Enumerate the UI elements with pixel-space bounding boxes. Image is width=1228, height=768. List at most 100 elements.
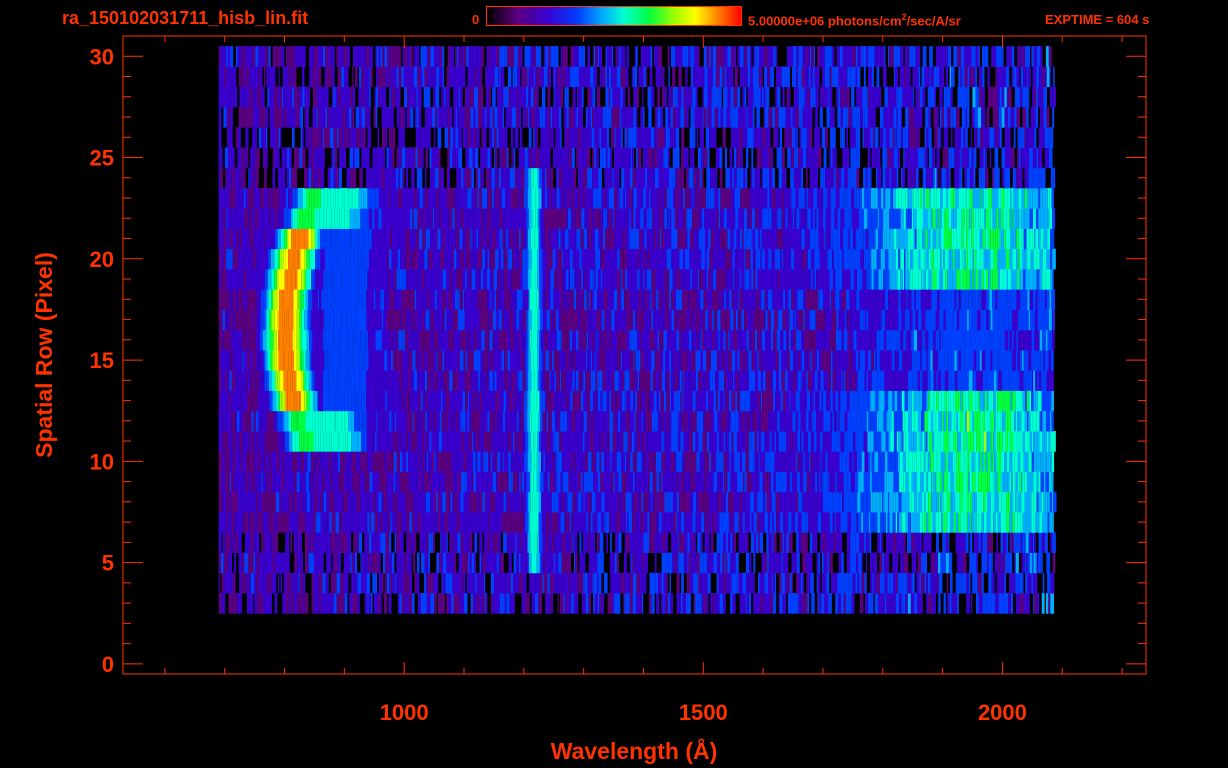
heatmap-cell (680, 430, 682, 452)
heatmap-cell (882, 430, 886, 452)
heatmap-cell (682, 471, 685, 493)
heatmap-cell (987, 390, 989, 412)
heatmap-cell (936, 390, 939, 412)
heatmap-cell (717, 592, 720, 614)
heatmap-cell (601, 592, 605, 614)
heatmap-cell (795, 309, 798, 331)
heatmap-cell (271, 511, 275, 533)
heatmap-cell (552, 349, 554, 371)
heatmap-cell (269, 572, 272, 594)
heatmap-cell (428, 491, 431, 513)
heatmap-cell (516, 329, 519, 351)
heatmap-cell (307, 309, 311, 331)
heatmap-cell (781, 370, 785, 391)
heatmap-cell (364, 471, 367, 493)
heatmap-cell (260, 430, 263, 452)
heatmap-cell (297, 532, 300, 553)
heatmap-cell (705, 309, 708, 331)
heatmap-cell (1023, 329, 1025, 351)
heatmap-cell (687, 349, 691, 371)
heatmap-cell (581, 511, 584, 533)
heatmap-cell (225, 370, 228, 391)
heatmap-cell (341, 390, 345, 412)
heatmap-cell (413, 309, 415, 331)
heatmap-cell (764, 511, 769, 533)
heatmap-cell (417, 370, 419, 391)
heatmap-cell (998, 572, 1002, 594)
heatmap-cell (590, 552, 594, 574)
heatmap-cell (657, 329, 660, 351)
heatmap-cell (375, 329, 379, 351)
heatmap-cell (526, 329, 529, 351)
heatmap-cell (656, 471, 658, 493)
heatmap-cell (434, 410, 436, 432)
heatmap-cell (522, 572, 525, 594)
heatmap-cell (955, 511, 959, 533)
heatmap-cell (837, 572, 841, 594)
heatmap-cell (358, 451, 361, 472)
heatmap-cell (1024, 491, 1027, 513)
heatmap-cell (441, 451, 444, 472)
heatmap-cell (963, 390, 966, 412)
heatmap-cell (983, 309, 987, 331)
heatmap-cell (671, 370, 674, 391)
heatmap-cell (674, 430, 678, 452)
heatmap-cell (723, 410, 727, 432)
heatmap-cell (538, 410, 541, 432)
heatmap-cell (868, 592, 872, 614)
heatmap-cell (640, 592, 642, 614)
heatmap-cell (698, 370, 702, 391)
heatmap-cell (559, 430, 562, 452)
heatmap-cell (1038, 471, 1041, 493)
heatmap-cell (851, 471, 855, 493)
heatmap-cell (530, 471, 532, 493)
heatmap-cell (871, 592, 874, 614)
heatmap-cell (577, 349, 581, 371)
heatmap-cell (452, 511, 455, 533)
heatmap-cell (311, 370, 315, 391)
heatmap-cell (966, 410, 970, 432)
heatmap-cell (316, 572, 319, 594)
heatmap-cell (913, 511, 917, 533)
heatmap-cell (332, 349, 337, 371)
heatmap-cell (1021, 592, 1024, 614)
heatmap-cell (663, 410, 667, 432)
heatmap-cell (822, 471, 824, 493)
heatmap-cell (786, 532, 789, 553)
heatmap-cell (233, 390, 238, 412)
heatmap-cell (520, 451, 524, 472)
heatmap-cell (993, 511, 996, 533)
heatmap-cell (475, 491, 478, 513)
heatmap-cell (965, 410, 967, 432)
heatmap-cell (460, 410, 463, 432)
heatmap-cell (351, 572, 355, 594)
heatmap-cell (394, 410, 397, 432)
heatmap-cell (517, 451, 520, 472)
heatmap-cell (326, 329, 330, 351)
heatmap-cell (849, 430, 854, 452)
heatmap-cell (443, 370, 446, 391)
heatmap-cell (366, 390, 369, 412)
heatmap-cell (775, 552, 780, 574)
heatmap-cell (1045, 471, 1050, 493)
heatmap-cell (783, 329, 787, 351)
heatmap-cell (938, 511, 942, 533)
heatmap-cell (991, 430, 994, 452)
heatmap-cell (928, 329, 931, 351)
heatmap-cell (299, 451, 301, 472)
heatmap-cell (239, 370, 241, 391)
heatmap-cell (795, 451, 798, 472)
heatmap-cell (757, 349, 759, 371)
heatmap-cell (787, 572, 790, 594)
heatmap-cell (657, 471, 660, 493)
heatmap-cell (473, 471, 477, 493)
heatmap-cell (710, 532, 713, 553)
heatmap-cell (361, 552, 366, 574)
heatmap-cell (870, 430, 874, 452)
heatmap-cell (939, 471, 942, 493)
heatmap-cell (597, 552, 601, 574)
heatmap-cell (382, 552, 386, 574)
heatmap-cell (547, 572, 550, 594)
heatmap-cell (218, 572, 220, 594)
heatmap-cell (381, 370, 383, 391)
